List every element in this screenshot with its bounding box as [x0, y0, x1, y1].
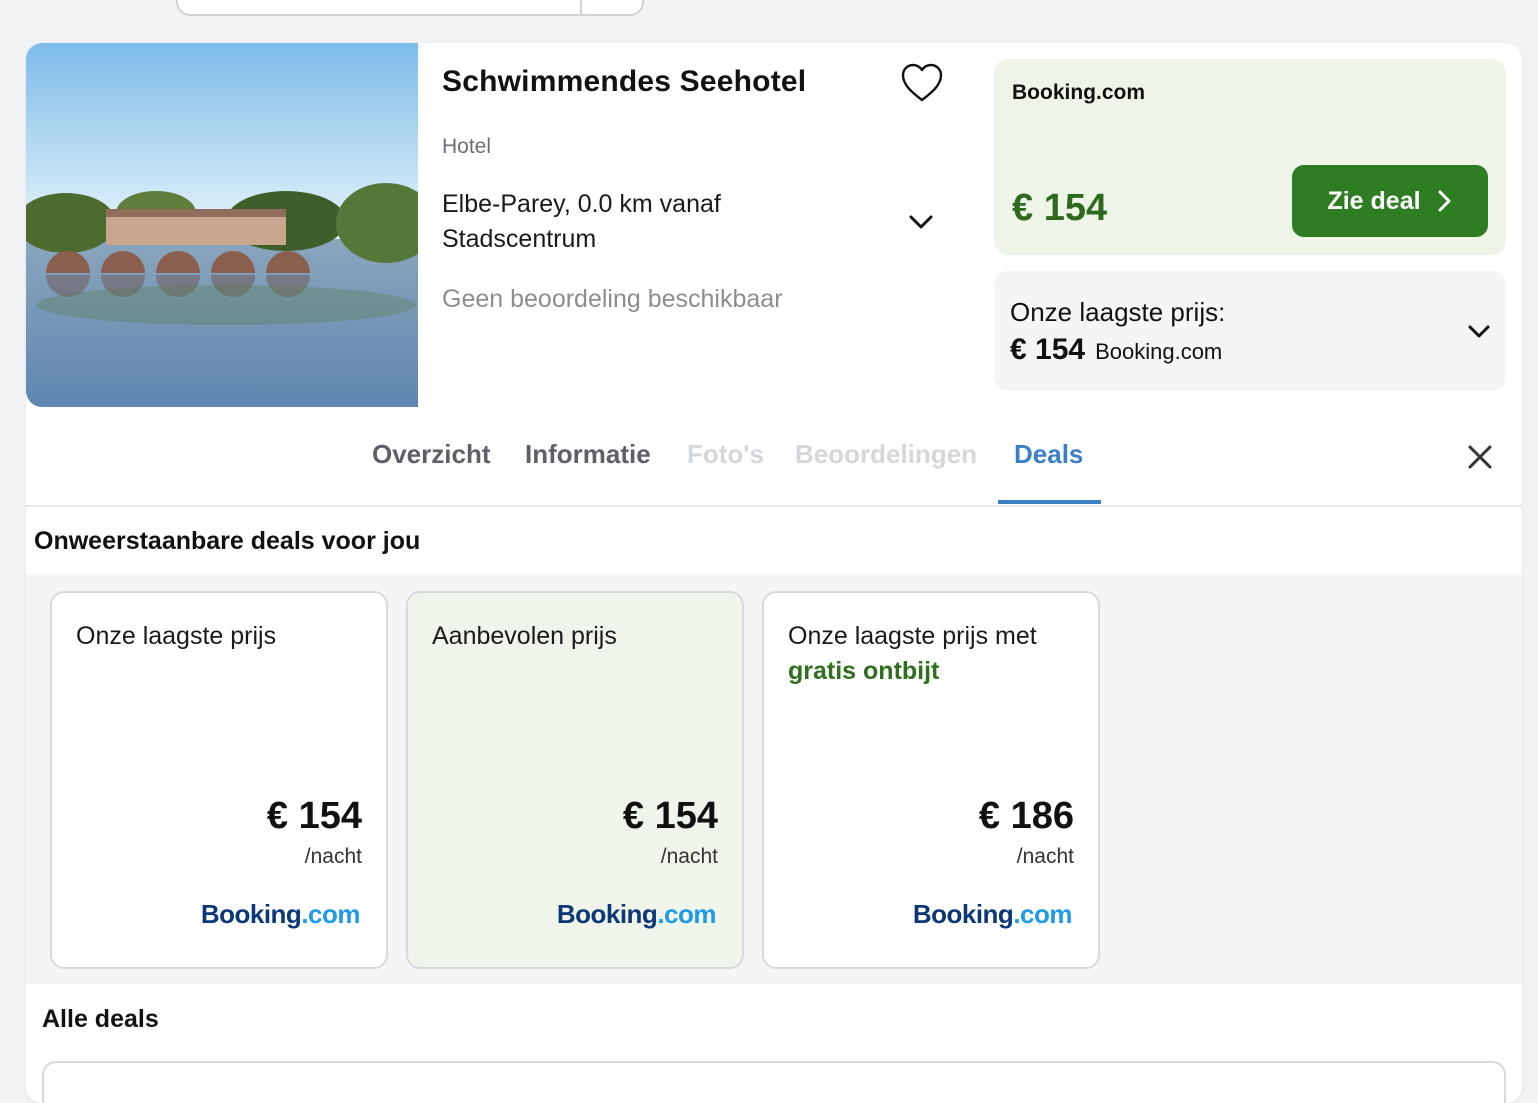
- chevron-down-icon[interactable]: [906, 209, 936, 235]
- lowest-price-amount: € 154: [1010, 333, 1086, 366]
- deal-unit: /nacht: [304, 845, 362, 868]
- hotel-card: Schwimmendes Seehotel Hotel Elbe-Parey, …: [26, 43, 1522, 1103]
- tab-overzicht[interactable]: Overzicht: [372, 439, 491, 470]
- deals-strip: Onze laagste prijs € 154 /nacht Booking.…: [26, 574, 1522, 984]
- booking-logo-word: Booking: [556, 899, 658, 929]
- hotel-rating: Geen beoordeling beschikbaar: [442, 285, 783, 313]
- deal-title-text: Onze laagste prijs met: [788, 622, 1037, 650]
- tab-fotos[interactable]: Foto's: [687, 439, 764, 470]
- heart-icon[interactable]: [900, 63, 944, 103]
- deal-highlight: gratis ontbijt: [788, 657, 940, 685]
- lowest-price-summary[interactable]: Onze laagste prijs: € 154 Booking.com: [994, 271, 1506, 391]
- see-deal-label: Zie deal: [1327, 186, 1421, 215]
- booking-logo: Booking.com: [912, 899, 1073, 930]
- deal-price: € 154: [266, 795, 362, 837]
- deal-price: € 154: [622, 795, 718, 837]
- booking-logo-word: Booking: [912, 899, 1014, 929]
- deal-card-recommended[interactable]: Aanbevolen prijs € 154 /nacht Booking.co…: [406, 591, 744, 969]
- lowest-price-label: Onze laagste prijs:: [1010, 297, 1226, 327]
- deal-price: € 186: [978, 795, 1074, 837]
- tab-beoordelingen[interactable]: Beoordelingen: [795, 439, 977, 470]
- price-box: Booking.com € 154 Zie deal: [994, 59, 1506, 255]
- tab-active-indicator: [998, 500, 1101, 504]
- tab-informatie[interactable]: Informatie: [525, 439, 651, 470]
- search-bar-edge[interactable]: [176, 0, 644, 16]
- chevron-right-icon: [1438, 190, 1451, 212]
- tab-deals[interactable]: Deals: [1014, 439, 1083, 470]
- booking-logo: Booking.com: [200, 899, 361, 930]
- hotel-photo[interactable]: [26, 43, 418, 407]
- search-bar-divider: [580, 0, 582, 14]
- booking-logo-tld: .com: [301, 899, 360, 929]
- price-provider: Booking.com: [1012, 81, 1146, 104]
- booking-logo-tld: .com: [657, 899, 716, 929]
- hotel-type: Hotel: [442, 135, 492, 158]
- deal-title-text: Aanbevolen prijs: [432, 622, 617, 650]
- section-title: Onweerstaanbare deals voor jou: [34, 527, 421, 555]
- chevron-down-icon[interactable]: [1464, 319, 1494, 343]
- deal-title: Onze laagste prijs: [76, 619, 376, 654]
- deal-card-breakfast[interactable]: Onze laagste prijs met gratis ontbijt € 1…: [762, 591, 1100, 969]
- see-deal-button[interactable]: Zie deal: [1292, 165, 1488, 237]
- deal-card-lowest[interactable]: Onze laagste prijs € 154 /nacht Booking.…: [50, 591, 388, 969]
- booking-logo: Booking.com: [556, 899, 717, 930]
- tab-bar: Overzicht Informatie Foto's Beoordelinge…: [26, 407, 1522, 507]
- hotel-location: Elbe-Parey, 0.0 km vanaf Stadscentrum: [442, 190, 721, 253]
- deal-title: Aanbevolen prijs: [432, 619, 732, 654]
- hotel-name[interactable]: Schwimmendes Seehotel: [442, 65, 806, 99]
- booking-logo-tld: .com: [1013, 899, 1072, 929]
- lowest-price-provider: Booking.com: [1095, 339, 1223, 364]
- deal-title-text: Onze laagste prijs: [76, 622, 277, 650]
- price-amount: € 154: [1012, 187, 1108, 229]
- deal-unit: /nacht: [660, 845, 718, 868]
- booking-logo-word: Booking: [200, 899, 302, 929]
- close-icon[interactable]: [1466, 443, 1494, 471]
- deal-title: Onze laagste prijs met gratis ontbijt: [788, 619, 1088, 689]
- all-deals-first-row[interactable]: [42, 1061, 1506, 1103]
- all-deals-title: Alle deals: [42, 1005, 159, 1033]
- lowest-price-line: € 154 Booking.com: [1010, 333, 1222, 367]
- deal-unit: /nacht: [1016, 845, 1074, 868]
